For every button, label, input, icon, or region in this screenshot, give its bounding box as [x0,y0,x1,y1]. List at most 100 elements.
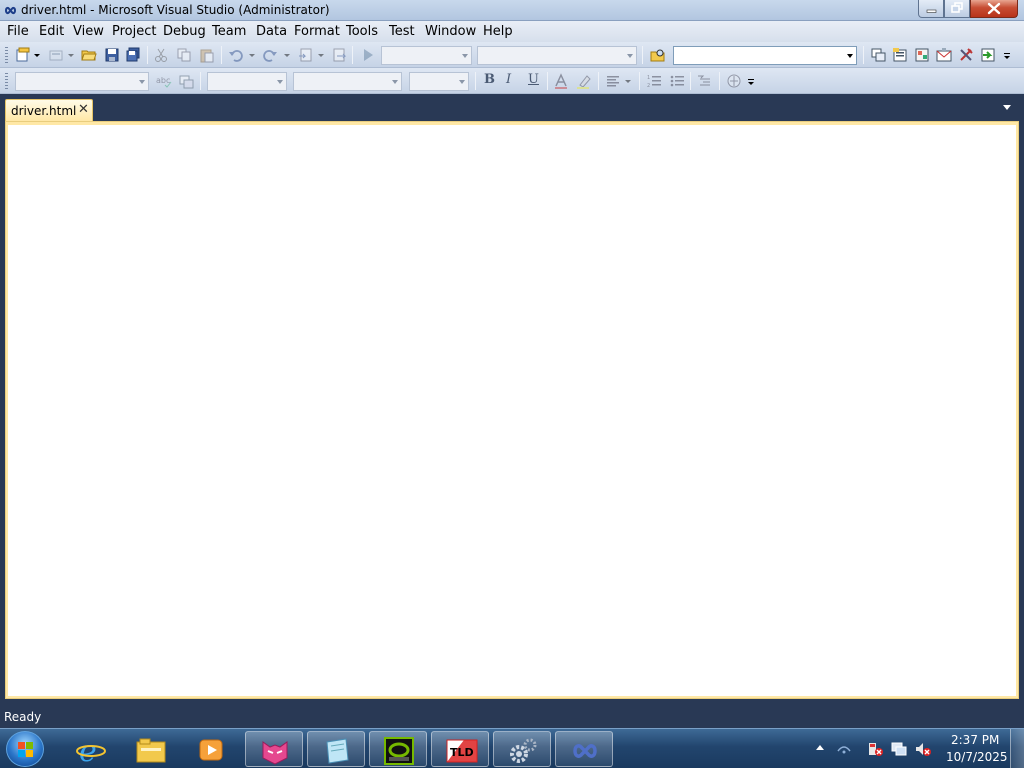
toolbar-overflow-icon[interactable] [1002,47,1012,63]
tab-driver-html[interactable]: driver.html ✕ [5,99,93,121]
paste-icon[interactable] [199,47,215,63]
new-project-icon[interactable] [15,47,31,63]
menu-tools[interactable]: Tools [346,24,378,39]
properties-icon[interactable] [892,47,908,63]
menu-edit[interactable]: Edit [39,24,64,39]
numbered-list-icon[interactable]: 12 [646,73,662,89]
start-debugging-icon[interactable] [360,47,376,63]
toolbox-icon[interactable] [936,47,952,63]
toolbar-separator [200,72,201,90]
font-size-combo[interactable] [409,72,469,91]
navigate-backward-dropdown-icon[interactable] [317,47,325,63]
svg-text:e: e [79,735,97,765]
volume-muted-icon[interactable] [915,741,931,757]
style-application-icon[interactable] [178,73,194,89]
highlight-color-icon[interactable] [576,73,592,89]
menu-team[interactable]: Team [212,24,246,39]
spelling-icon[interactable]: abc [156,73,172,89]
menu-bar: File Edit View Project Debug Team Data F… [0,21,1024,42]
media-player-icon [199,739,223,761]
taskbar-internet-explorer[interactable]: e [62,731,120,767]
pink-cat-app-icon [262,741,288,765]
save-all-icon[interactable] [125,47,141,63]
clock-date[interactable]: 10/7/2025 [946,750,1008,764]
save-icon[interactable] [104,47,120,63]
svg-text:2: 2 [647,83,650,89]
display-icon[interactable] [891,741,907,757]
block-format-combo[interactable] [15,72,149,91]
menu-file[interactable]: File [7,24,29,39]
standard-toolbar [0,42,1024,68]
action-center-icon[interactable] [867,741,883,757]
hyperlink-icon[interactable] [726,73,742,89]
menu-view[interactable]: View [73,24,104,39]
menu-help[interactable]: Help [483,24,513,39]
justify-left-icon[interactable] [605,73,621,89]
cut-icon[interactable] [153,47,169,63]
taskbar-visual-studio[interactable] [555,731,613,767]
outdent-icon[interactable] [697,73,713,89]
menu-format[interactable]: Format [294,24,340,39]
object-browser-icon[interactable] [914,47,930,63]
add-item-dropdown-icon[interactable] [67,47,75,63]
show-desktop-button[interactable] [1010,729,1024,768]
code-editor[interactable] [8,125,1016,696]
taskbar-windows-explorer[interactable] [122,731,180,767]
toolbar-overflow-icon[interactable] [746,73,756,89]
solution-explorer-icon[interactable] [870,47,886,63]
close-icon [987,2,1001,15]
menu-data[interactable]: Data [256,24,287,39]
toolbar-separator [719,72,720,90]
italic-button[interactable]: I [506,72,511,87]
find-combo[interactable] [673,46,857,65]
team-explorer-icon[interactable] [958,47,974,63]
bold-button[interactable]: B [484,72,495,87]
taskbar-tld-app[interactable]: TLD [431,731,489,767]
target-rule-combo[interactable] [207,72,287,91]
network-icon[interactable] [836,741,852,757]
menu-project[interactable]: Project [112,24,156,39]
start-page-icon[interactable] [980,47,996,63]
svg-text:abc: abc [156,76,170,85]
find-in-files-icon[interactable] [650,47,666,63]
copy-icon[interactable] [176,47,192,63]
svg-text:1: 1 [647,75,650,81]
taskbar-nvidia-app[interactable] [369,731,427,767]
menu-test[interactable]: Test [389,24,415,39]
minimize-button[interactable] [918,0,944,18]
solution-platform-combo[interactable] [477,46,637,65]
taskbar-notepad-app[interactable] [307,731,365,767]
redo-icon[interactable] [262,47,278,63]
taskbar-media-player[interactable] [182,731,240,767]
restore-button[interactable] [944,0,970,18]
redo-dropdown-icon[interactable] [283,47,291,63]
underline-button[interactable]: U [528,72,539,87]
toolbar-grip[interactable] [5,47,8,63]
solution-configuration-combo[interactable] [381,46,472,65]
start-button[interactable] [6,731,44,767]
justify-dropdown-icon[interactable] [624,73,632,89]
clock-time[interactable]: 2:37 PM [951,733,999,747]
toolbar-grip[interactable] [5,73,8,89]
navigate-forward-icon[interactable] [331,47,347,63]
toolbar-separator [690,72,691,90]
active-files-dropdown-icon[interactable] [1003,105,1011,110]
open-file-icon[interactable] [81,47,97,63]
taskbar-pink-cat-app[interactable] [245,731,303,767]
new-project-dropdown-icon[interactable] [33,47,41,63]
toolbar-separator [475,72,476,90]
menu-debug[interactable]: Debug [163,24,206,39]
navigate-backward-icon[interactable] [298,47,314,63]
windows-explorer-icon [136,738,166,763]
tab-close-icon[interactable]: ✕ [78,103,90,117]
show-hidden-icons-button[interactable] [816,745,824,750]
taskbar-settings-app[interactable] [493,731,551,767]
menu-window[interactable]: Window [425,24,476,39]
font-name-combo[interactable] [293,72,402,91]
undo-dropdown-icon[interactable] [248,47,256,63]
font-color-icon[interactable] [553,73,569,89]
add-item-icon[interactable] [48,47,64,63]
bulleted-list-icon[interactable] [669,73,685,89]
undo-icon[interactable] [228,47,244,63]
close-button[interactable] [970,0,1018,18]
